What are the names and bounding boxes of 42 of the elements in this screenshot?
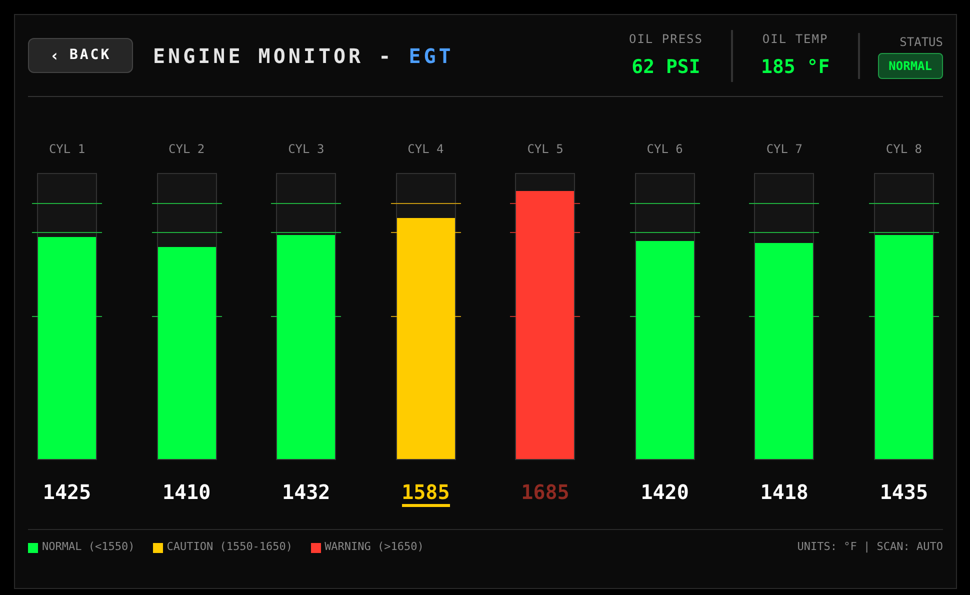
cylinder-label: CYL 6 bbox=[646, 141, 683, 157]
cylinder-label: CYL 2 bbox=[168, 141, 205, 157]
threshold-tick bbox=[630, 232, 700, 233]
legend-label: CAUTION (1550-1650) bbox=[166, 539, 293, 556]
cylinder-label: CYL 1 bbox=[48, 141, 86, 157]
threshold-tick bbox=[32, 202, 102, 204]
page-title: ENGINE MONITOR - EGT bbox=[153, 42, 454, 70]
temperature-value: 1420 bbox=[640, 480, 689, 506]
temperature-value: 1410 bbox=[162, 480, 211, 506]
back-button[interactable]: ‹ BACK bbox=[28, 38, 133, 73]
temperature-value: 1425 bbox=[42, 480, 92, 506]
readout-value: 185 °F bbox=[761, 55, 830, 80]
threshold-tick bbox=[868, 232, 939, 233]
threshold-tick bbox=[32, 232, 102, 233]
cylinder-label: CYL 5 bbox=[527, 141, 564, 157]
legend-label: NORMAL (<1550) bbox=[42, 539, 135, 556]
threshold-tick bbox=[390, 202, 461, 204]
cylinder-label: CYL 3 bbox=[288, 141, 324, 157]
threshold-tick bbox=[152, 202, 222, 204]
status-label: STATUS bbox=[900, 34, 943, 50]
threshold-tick bbox=[749, 232, 820, 233]
status-badge: NORMAL bbox=[878, 52, 943, 78]
readout-label: OIL PRESS bbox=[628, 30, 703, 48]
threshold-tick bbox=[271, 202, 342, 204]
readout-label: OIL TEMP bbox=[762, 30, 828, 48]
threshold-tick bbox=[271, 232, 342, 233]
legend-label: WARNING (>1650) bbox=[324, 539, 424, 556]
threshold-tick bbox=[749, 202, 820, 204]
cylinder-label: CYL 4 bbox=[408, 141, 444, 157]
cylinder-label: CYL 7 bbox=[766, 141, 802, 157]
temperature-value: 1432 bbox=[282, 480, 330, 506]
temperature-value: 1685 bbox=[521, 480, 570, 506]
threshold-tick bbox=[868, 202, 939, 204]
temperature-value: 1435 bbox=[880, 480, 928, 506]
threshold-tick bbox=[630, 202, 700, 204]
temperature-value: 1418 bbox=[760, 480, 808, 506]
units-scan-info: UNITS: °F | SCAN: AUTO bbox=[797, 539, 943, 556]
threshold-tick bbox=[152, 232, 222, 233]
chevron-left-icon: ‹ bbox=[50, 44, 62, 68]
temperature-value: 1585 bbox=[402, 480, 450, 507]
cylinder-label: CYL 8 bbox=[886, 141, 922, 157]
readout-value: 62 PSI bbox=[632, 55, 700, 80]
